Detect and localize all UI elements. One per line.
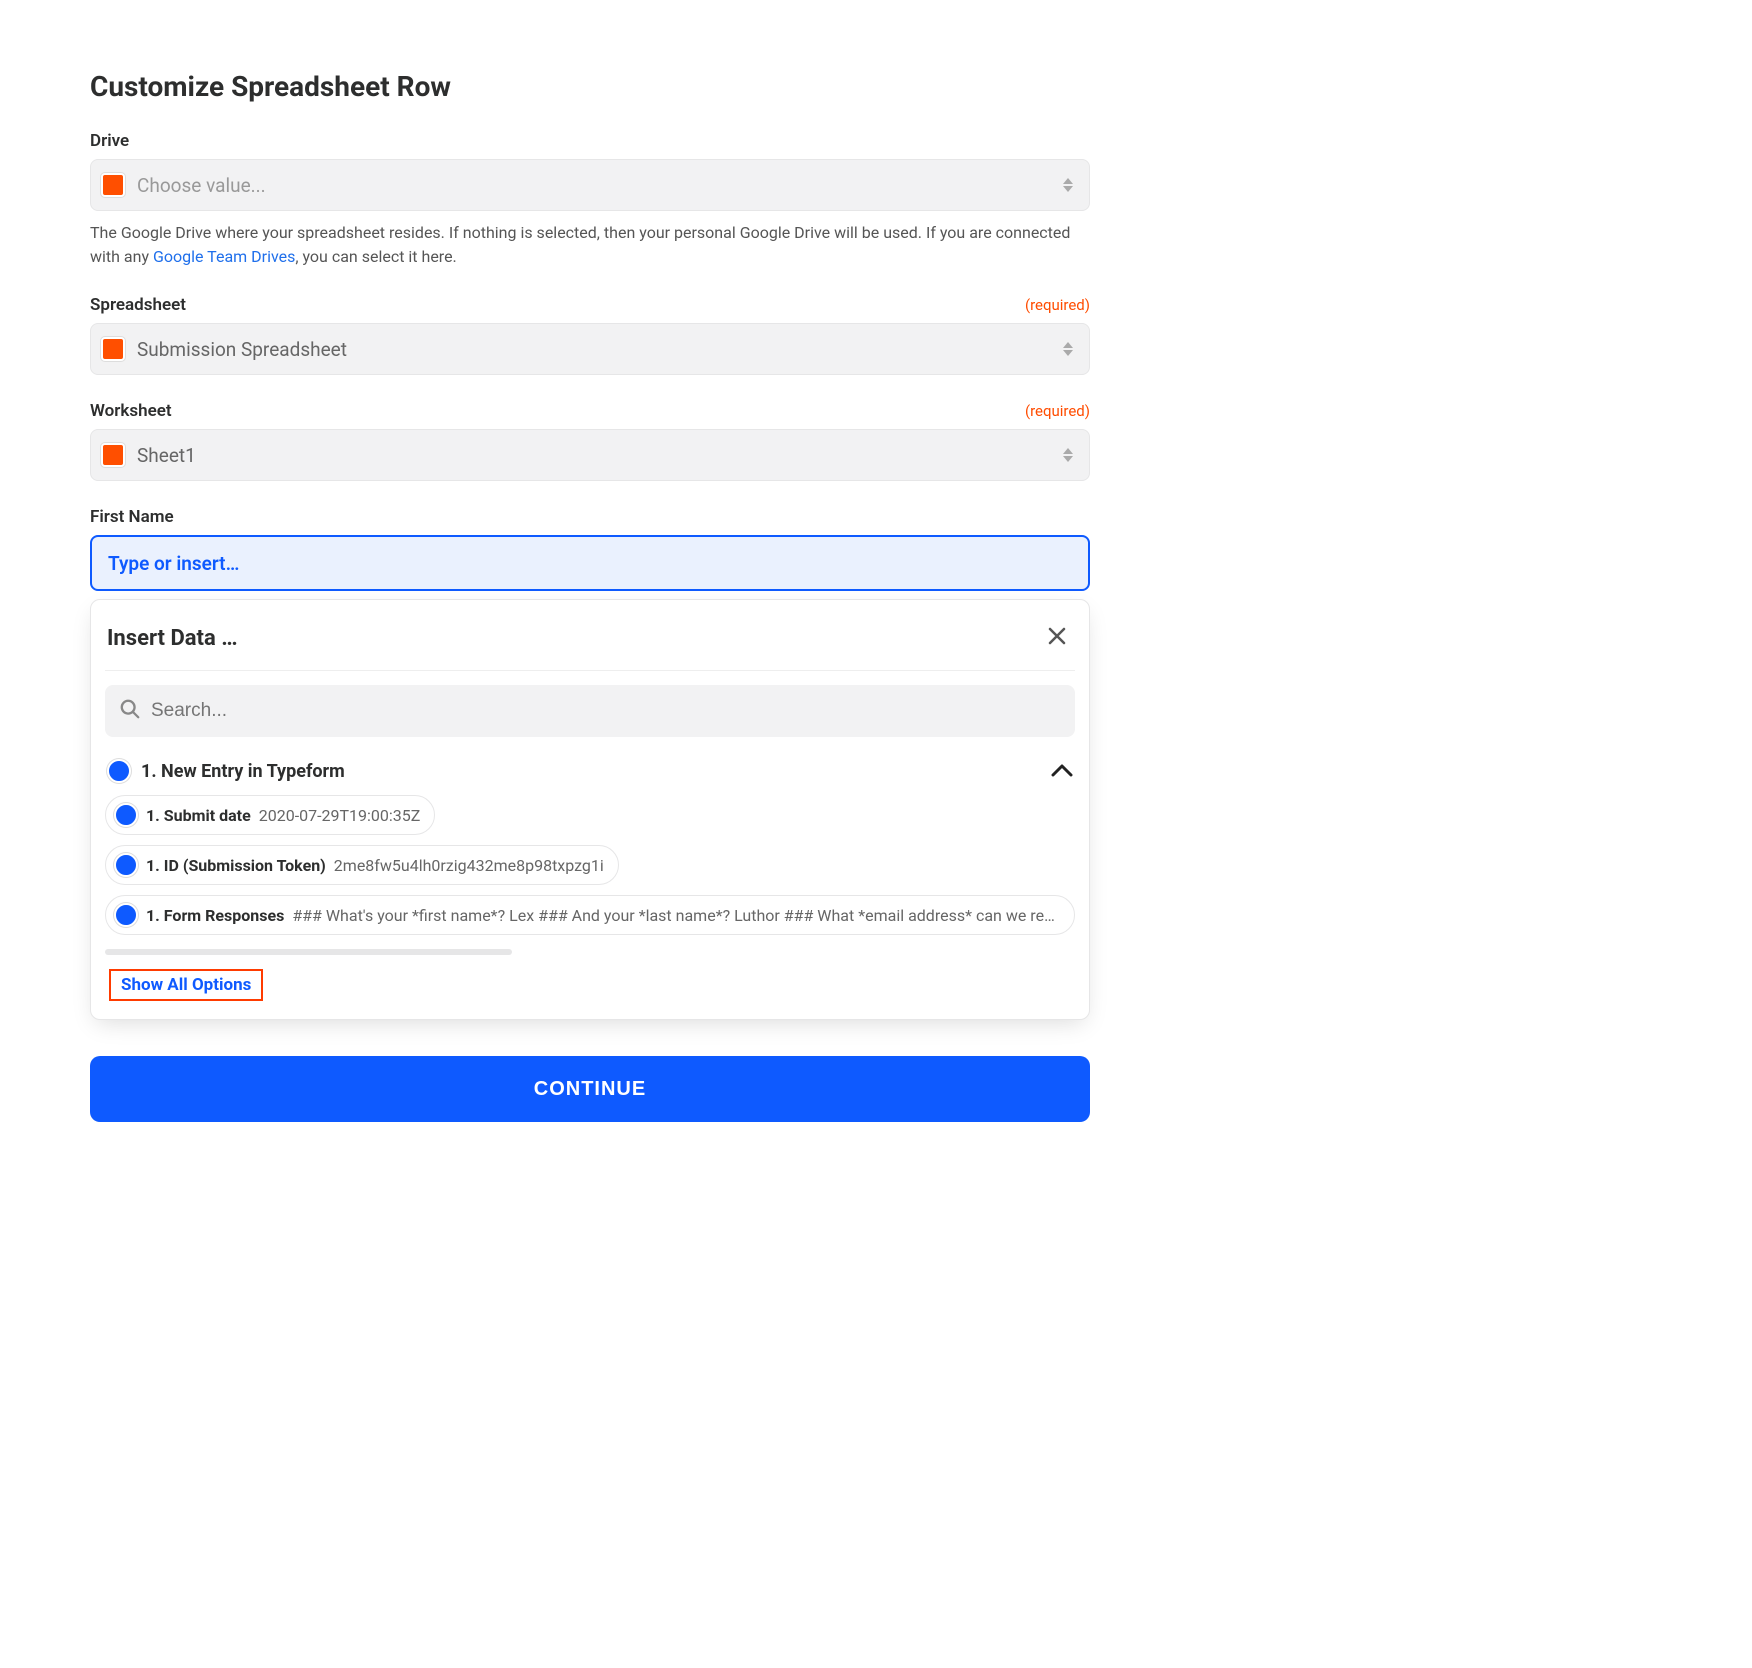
option-submission-token[interactable]: 1. ID (Submission Token) 2me8fw5u4lh0rzi… xyxy=(105,845,619,885)
team-drives-link[interactable]: Google Team Drives xyxy=(153,247,295,266)
field-worksheet: Worksheet (required) Sheet1 xyxy=(90,401,1090,481)
insert-data-panel: Insert Data … 1. New Entry in Typeform 1… xyxy=(90,599,1090,1020)
search-icon xyxy=(119,698,141,724)
drive-help-text: The Google Drive where your spreadsheet … xyxy=(90,221,1090,269)
spreadsheet-label: Spreadsheet xyxy=(90,295,186,315)
first-name-input[interactable]: Type or insert… xyxy=(90,535,1090,591)
options-list: 1. Submit date 2020-07-29T19:00:35Z 1. I… xyxy=(105,795,1075,945)
horizontal-scrollbar[interactable] xyxy=(105,949,512,955)
option-form-responses[interactable]: 1. Form Responses ### What's your *first… xyxy=(105,895,1075,935)
page-title: Customize Spreadsheet Row xyxy=(90,70,1090,103)
continue-button[interactable]: CONTINUE xyxy=(90,1056,1090,1122)
search-input-wrapper[interactable] xyxy=(105,685,1075,737)
drive-placeholder: Choose value... xyxy=(137,174,1061,197)
insert-data-title: Insert Data … xyxy=(107,626,238,651)
sheets-icon xyxy=(101,337,125,361)
data-group-header[interactable]: 1. New Entry in Typeform xyxy=(105,753,1075,795)
data-group-title: 1. New Entry in Typeform xyxy=(141,761,1041,782)
typeform-icon xyxy=(114,803,138,827)
spreadsheet-value: Submission Spreadsheet xyxy=(137,338,1061,361)
sort-icon xyxy=(1061,342,1075,356)
typeform-icon xyxy=(114,853,138,877)
field-drive: Drive Choose value... The Google Drive w… xyxy=(90,131,1090,269)
option-submit-date[interactable]: 1. Submit date 2020-07-29T19:00:35Z xyxy=(105,795,435,835)
sheets-icon xyxy=(101,173,125,197)
sort-icon xyxy=(1061,178,1075,192)
worksheet-select[interactable]: Sheet1 xyxy=(90,429,1090,481)
field-spreadsheet: Spreadsheet (required) Submission Spread… xyxy=(90,295,1090,375)
typeform-icon xyxy=(114,903,138,927)
close-icon[interactable] xyxy=(1041,620,1073,656)
worksheet-label: Worksheet xyxy=(90,401,172,421)
worksheet-required: (required) xyxy=(1025,402,1090,420)
sort-icon xyxy=(1061,448,1075,462)
search-input[interactable] xyxy=(151,700,1061,722)
spreadsheet-required: (required) xyxy=(1025,296,1090,314)
chevron-up-icon xyxy=(1051,762,1073,781)
drive-label: Drive xyxy=(90,131,129,151)
typeform-icon xyxy=(107,759,131,783)
first-name-label: First Name xyxy=(90,507,174,527)
spreadsheet-select[interactable]: Submission Spreadsheet xyxy=(90,323,1090,375)
show-all-options-button[interactable]: Show All Options xyxy=(109,969,263,1001)
field-first-name: First Name Type or insert… xyxy=(90,507,1090,591)
worksheet-value: Sheet1 xyxy=(137,444,1061,467)
first-name-placeholder: Type or insert… xyxy=(108,552,239,575)
form-card: Customize Spreadsheet Row Drive Choose v… xyxy=(40,40,1140,1162)
sheets-icon xyxy=(101,443,125,467)
drive-select[interactable]: Choose value... xyxy=(90,159,1090,211)
